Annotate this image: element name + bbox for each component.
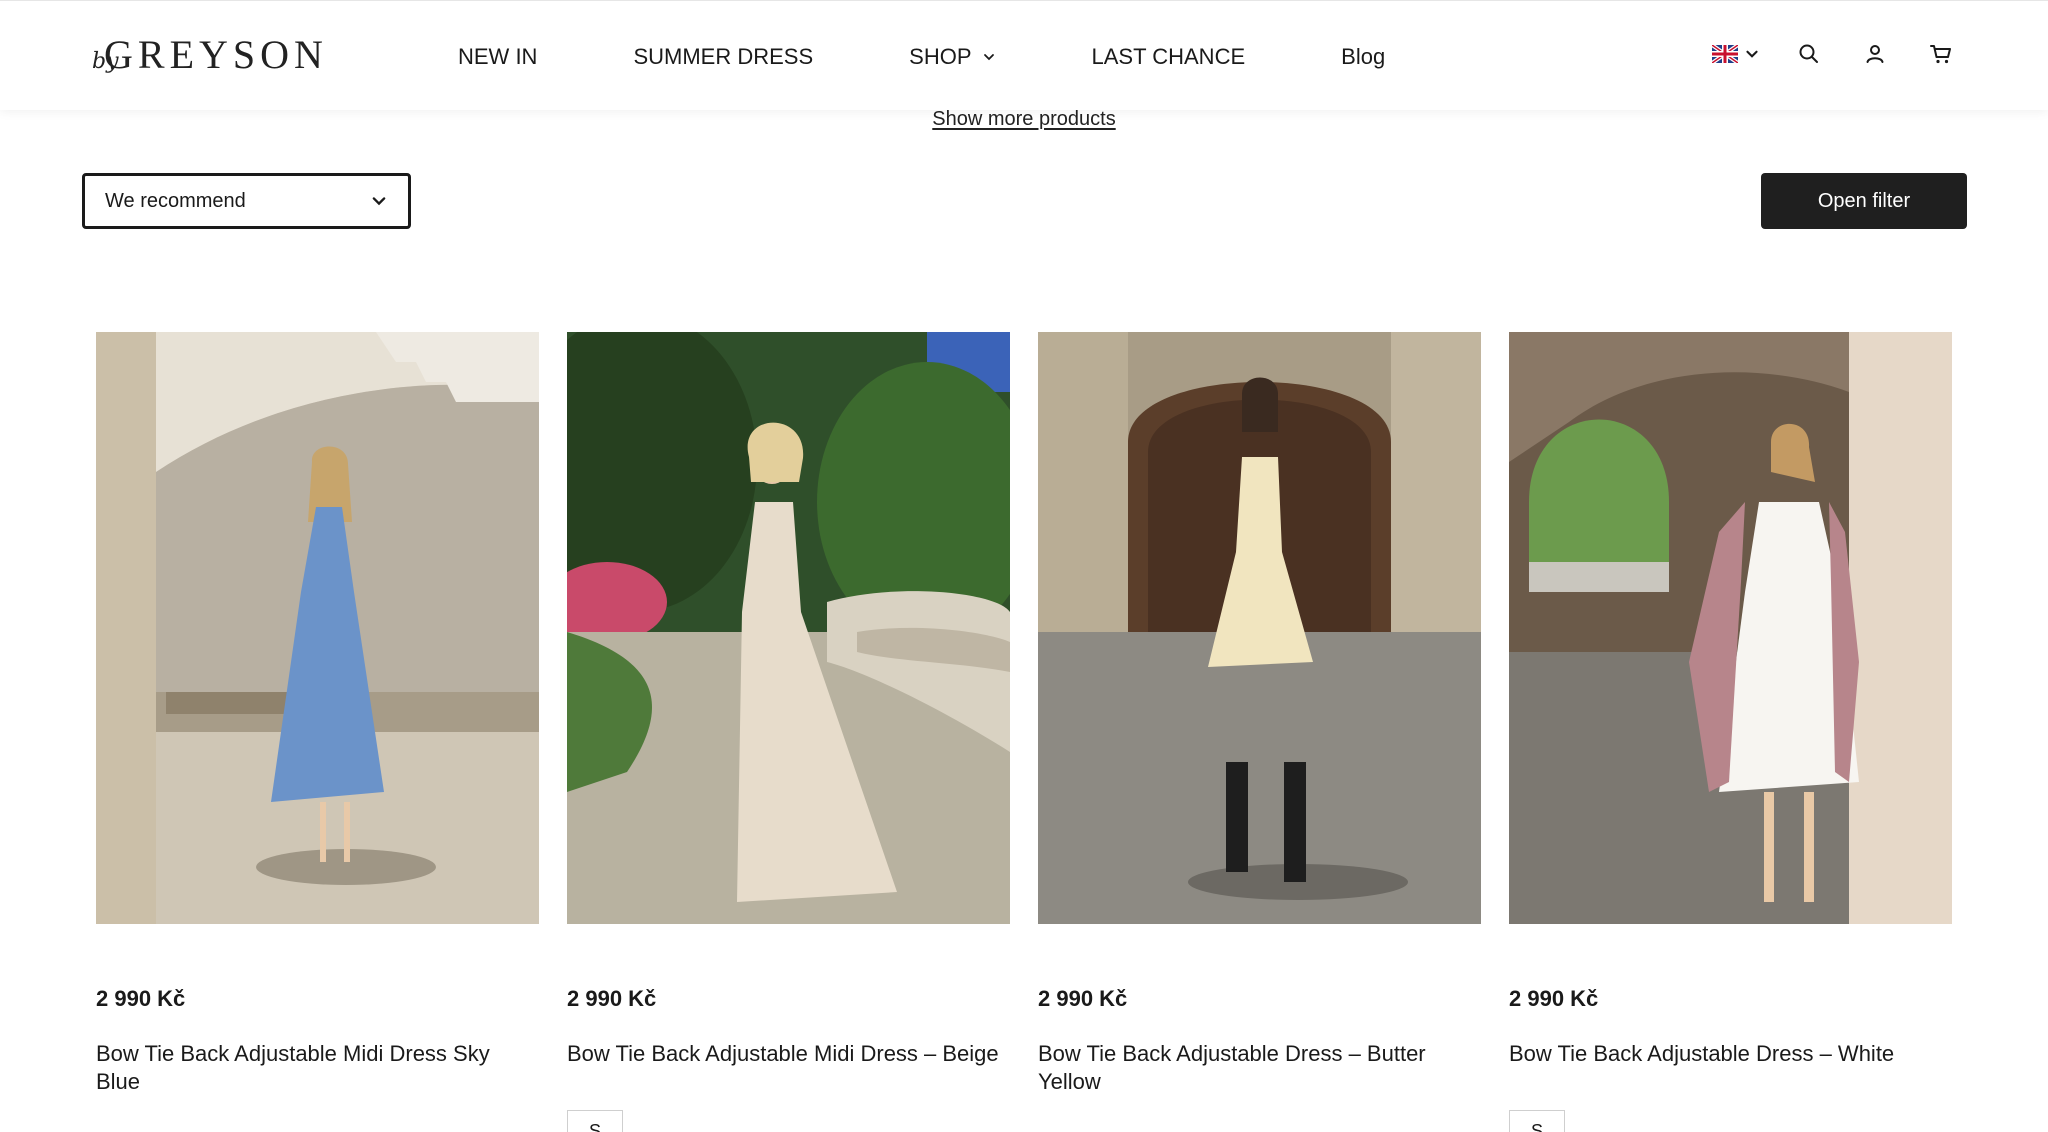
product-image[interactable] xyxy=(1038,332,1481,924)
open-filter-button[interactable]: Open filter xyxy=(1761,173,1967,229)
show-more-wrapper: Show more products xyxy=(0,108,2048,131)
product-name[interactable]: Bow Tie Back Adjustable Midi Dress Sky B… xyxy=(96,1040,536,1096)
nav-blog[interactable]: Blog xyxy=(1341,44,1385,70)
search-icon xyxy=(1799,44,1818,63)
size-label: S xyxy=(588,1121,601,1132)
product-name[interactable]: Bow Tie Back Adjustable Midi Dress – Bei… xyxy=(567,1040,1007,1068)
nav-label: SHOP xyxy=(909,44,972,69)
language-selector[interactable] xyxy=(1712,45,1760,63)
product-card[interactable]: 2 990 Kč Bow Tie Back Adjustable Dress –… xyxy=(1038,332,1481,1094)
search-button[interactable] xyxy=(1792,37,1826,71)
sort-selected-value: We recommend xyxy=(105,189,246,212)
product-photo xyxy=(1509,332,1952,924)
product-price: 2 990 Kč xyxy=(1509,986,1599,1011)
product-name[interactable]: Bow Tie Back Adjustable Dress – Butter Y… xyxy=(1038,1040,1478,1096)
product-photo xyxy=(567,332,1010,924)
nav-label: NEW IN xyxy=(458,44,538,69)
user-icon xyxy=(1866,45,1884,63)
nav-shop[interactable]: SHOP xyxy=(909,44,995,70)
open-filter-label: Open filter xyxy=(1817,189,1911,212)
product-card[interactable]: 2 990 Kč Bow Tie Back Adjustable Midi Dr… xyxy=(567,332,1010,1132)
product-photo xyxy=(96,332,539,924)
nav-label: LAST CHANCE xyxy=(1091,44,1246,69)
product-card[interactable]: 2 990 Kč Bow Tie Back Adjustable Midi Dr… xyxy=(96,332,539,1094)
cart-button[interactable] xyxy=(1924,37,1958,71)
nav-label: Blog xyxy=(1341,44,1386,69)
site-header: by GREYSON NEW IN SUMMER DRESS SHOP LAST… xyxy=(0,0,2048,110)
size-label: S xyxy=(1530,1121,1543,1132)
product-price: 2 990 Kč xyxy=(96,986,186,1011)
logo-wordmark: GREYSON xyxy=(104,32,328,77)
show-more-products-link[interactable]: Show more products xyxy=(932,108,1115,130)
product-image[interactable] xyxy=(96,332,539,924)
product-name[interactable]: Bow Tie Back Adjustable Dress – White xyxy=(1509,1040,1949,1068)
chevron-down-icon xyxy=(983,54,994,61)
size-badge[interactable]: S xyxy=(567,1110,623,1132)
header-icons xyxy=(1712,37,1958,71)
nav-label: SUMMER DRESS xyxy=(633,44,814,69)
product-image[interactable] xyxy=(567,332,1010,924)
sort-select[interactable]: We recommend xyxy=(82,173,411,229)
cart-icon xyxy=(1930,45,1951,64)
uk-flag-icon xyxy=(1712,45,1738,63)
size-badge[interactable]: S xyxy=(1509,1110,1565,1132)
main-nav: NEW IN SUMMER DRESS SHOP LAST CHANCE Blo… xyxy=(458,41,1385,73)
product-price: 2 990 Kč xyxy=(567,986,657,1011)
product-image[interactable] xyxy=(1509,332,1952,924)
nav-summer-dress[interactable]: SUMMER DRESS xyxy=(633,44,813,70)
greyson-logo[interactable]: by GREYSON xyxy=(92,27,323,85)
chevron-down-icon xyxy=(1746,50,1758,58)
product-card[interactable]: 2 990 Kč Bow Tie Back Adjustable Dress –… xyxy=(1509,332,1952,1132)
product-price: 2 990 Kč xyxy=(1038,986,1128,1011)
nav-last-chance[interactable]: LAST CHANCE xyxy=(1092,44,1246,70)
product-photo xyxy=(1038,332,1481,924)
nav-new-in[interactable]: NEW IN xyxy=(458,44,537,70)
chevron-down-icon xyxy=(372,197,386,206)
account-button[interactable] xyxy=(1858,37,1892,71)
